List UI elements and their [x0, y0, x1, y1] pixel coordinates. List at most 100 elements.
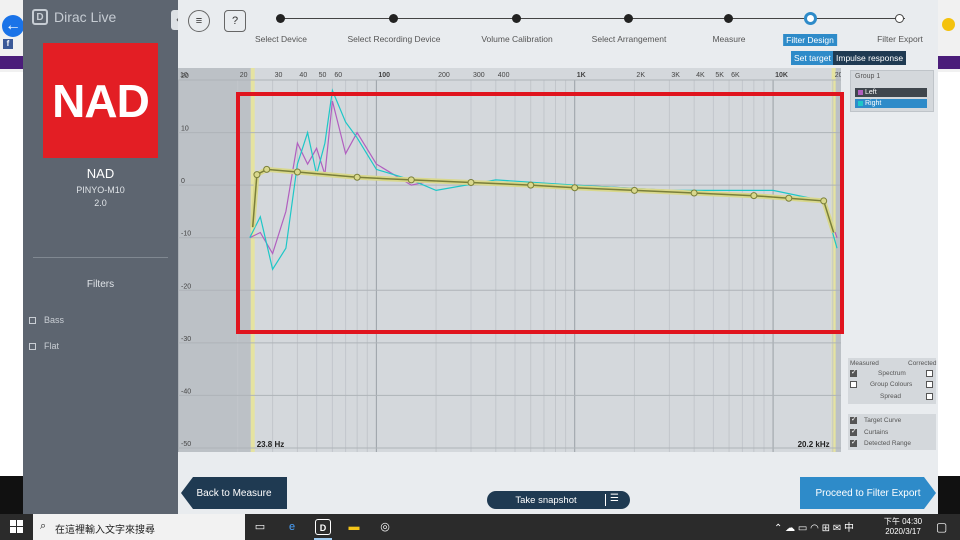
x-tick-label: 20	[240, 72, 248, 79]
x-tick-label: 10K	[775, 72, 788, 79]
x-tick-label: 20K	[835, 72, 841, 79]
device-version: 2.0	[94, 198, 107, 208]
x-tick-label: 200	[438, 72, 450, 79]
taskbar-clock[interactable]: 下午 04:30 2020/3/17	[880, 517, 926, 537]
step-filter-export[interactable]: Filter Export	[877, 34, 923, 44]
group-colours-corrected-checkbox[interactable]	[926, 381, 933, 388]
curve-options: Target Curve Curtains Detected Range	[848, 414, 936, 450]
impulse-response-tab[interactable]: Impulse response	[833, 51, 907, 65]
back-to-measure-button[interactable]: Back to Measure	[181, 477, 287, 509]
high-frequency-label: 20.2 kHz	[798, 440, 830, 449]
filters-title: Filters	[86, 279, 115, 290]
menu-button[interactable]: ≡	[188, 10, 210, 32]
target-curve-label: Target Curve	[864, 417, 902, 424]
emoji-icon	[942, 18, 955, 31]
device-name: NAD	[86, 166, 115, 181]
file-explorer-icon[interactable]: ▬	[346, 519, 362, 535]
step-measure[interactable]: Measure	[712, 34, 745, 44]
x-tick-label: 400	[498, 72, 510, 79]
edge-icon[interactable]: e	[284, 519, 300, 535]
step-dot-select-recording-device[interactable]	[389, 14, 398, 23]
step-volume-calibration[interactable]: Volume Calibration	[481, 34, 552, 44]
group-colours-label: Group Colours	[870, 381, 913, 388]
channel-left[interactable]: Left	[855, 88, 927, 97]
y-tick-label: -10	[181, 231, 191, 238]
target-curve-checkbox[interactable]	[850, 415, 857, 424]
filter-item-bass[interactable]: Bass	[29, 315, 64, 325]
group-colours-measured-checkbox[interactable]	[850, 381, 857, 388]
x-tick-label: 50	[319, 72, 327, 79]
x-tick-label: 300	[473, 72, 485, 79]
group-panel: Group 1 Left Right	[850, 70, 934, 112]
y-tick-label: 20	[181, 73, 189, 80]
filter-item-flat[interactable]: Flat	[29, 341, 59, 351]
spread-corrected-checkbox[interactable]	[926, 393, 933, 400]
wizard-steps: ≡ ? Select Device Select Recording Devic…	[178, 0, 938, 68]
step-dot-filter-design[interactable]	[804, 12, 817, 25]
step-filter-design[interactable]: Filter Design	[783, 34, 837, 46]
curtains-label: Curtains	[864, 429, 889, 436]
x-tick-label: 1K	[577, 72, 586, 79]
brand-name: Dirac Live	[54, 9, 117, 25]
x-tick-label: 100	[378, 72, 390, 79]
spectrum-corrected-checkbox[interactable]	[926, 370, 933, 377]
clock-date: 2020/3/17	[885, 527, 921, 536]
filter-label: Flat	[44, 341, 60, 351]
spread-label: Spread	[880, 393, 901, 400]
take-snapshot-label: Take snapshot	[515, 495, 577, 506]
low-frequency-label: 23.8 Hz	[257, 440, 285, 449]
take-snapshot-button[interactable]: Take snapshot ☰	[487, 491, 630, 509]
detected-range-checkbox[interactable]	[850, 438, 857, 447]
channel-right[interactable]: Right	[855, 99, 927, 108]
spectrum-options: Measured Corrected Spectrum Group Colour…	[848, 358, 937, 404]
device-logo: NAD	[43, 43, 158, 158]
proceed-to-filter-export-button[interactable]: Proceed to Filter Export	[800, 477, 936, 509]
browser-back-icon[interactable]: ←	[2, 15, 24, 37]
step-select-recording-device[interactable]: Select Recording Device	[347, 34, 440, 44]
taskbar-search[interactable]: ⌕ 在這裡輸入文字來搜尋	[33, 514, 245, 540]
y-tick-label: -20	[181, 283, 191, 290]
sidebar: D Dirac Live NAD NAD PINYO-M10 2.0 Filte…	[23, 0, 178, 514]
spectrum-label: Spectrum	[878, 370, 906, 377]
y-tick-label: -40	[181, 388, 191, 395]
set-target-tab[interactable]: Set target	[791, 51, 834, 65]
x-tick-label: 30	[275, 72, 283, 79]
bottom-bar: Back to Measure Take snapshot ☰ Proceed …	[178, 470, 938, 514]
notification-icon[interactable]: ▢	[936, 520, 947, 534]
sidebar-divider	[33, 257, 168, 258]
step-select-arrangement[interactable]: Select Arrangement	[592, 34, 667, 44]
x-tick-label: 2K	[636, 72, 645, 79]
filter-checkbox[interactable]	[29, 316, 36, 324]
x-tick-label: 60	[334, 72, 342, 79]
task-view-icon[interactable]: ▭	[252, 519, 268, 535]
y-tick-label: -30	[181, 336, 191, 343]
y-tick-label: 10	[181, 126, 189, 133]
facebook-icon: f	[3, 39, 13, 49]
step-dot-select-device[interactable]	[276, 14, 285, 23]
step-select-device[interactable]: Select Device	[255, 34, 307, 44]
spectrum-measured-checkbox[interactable]	[850, 368, 857, 377]
filter-checkbox[interactable]	[29, 342, 36, 350]
windows-start-icon[interactable]	[10, 520, 24, 534]
step-dot-filter-export[interactable]	[895, 14, 904, 23]
x-tick-label: 40	[299, 72, 307, 79]
system-tray-icons[interactable]: ⌃ ☁ ▭ ◠ ⊞ ✉ 中	[774, 519, 854, 534]
highlight-annotation	[236, 92, 844, 334]
dirac-taskbar-icon[interactable]: D	[315, 519, 331, 535]
step-dot-select-arrangement[interactable]	[624, 14, 633, 23]
search-icon: ⌕	[40, 520, 47, 532]
group-title: Group 1	[855, 73, 881, 80]
clock-time: 下午 04:30	[883, 517, 923, 526]
snapshot-divider	[605, 494, 606, 506]
curtains-checkbox[interactable]	[850, 427, 857, 436]
obs-icon[interactable]: ◎	[377, 519, 393, 535]
step-dot-volume-calibration[interactable]	[512, 14, 521, 23]
brand: D Dirac Live	[32, 9, 116, 25]
help-button[interactable]: ?	[224, 10, 246, 32]
snapshot-list-icon[interactable]: ☰	[610, 493, 619, 504]
step-dot-measure[interactable]	[724, 14, 733, 23]
y-tick-label: -50	[181, 441, 191, 448]
y-tick-label: 0	[181, 178, 185, 185]
search-input[interactable]: 在這裡輸入文字來搜尋	[55, 521, 155, 536]
x-tick-label: 5K	[715, 72, 724, 79]
